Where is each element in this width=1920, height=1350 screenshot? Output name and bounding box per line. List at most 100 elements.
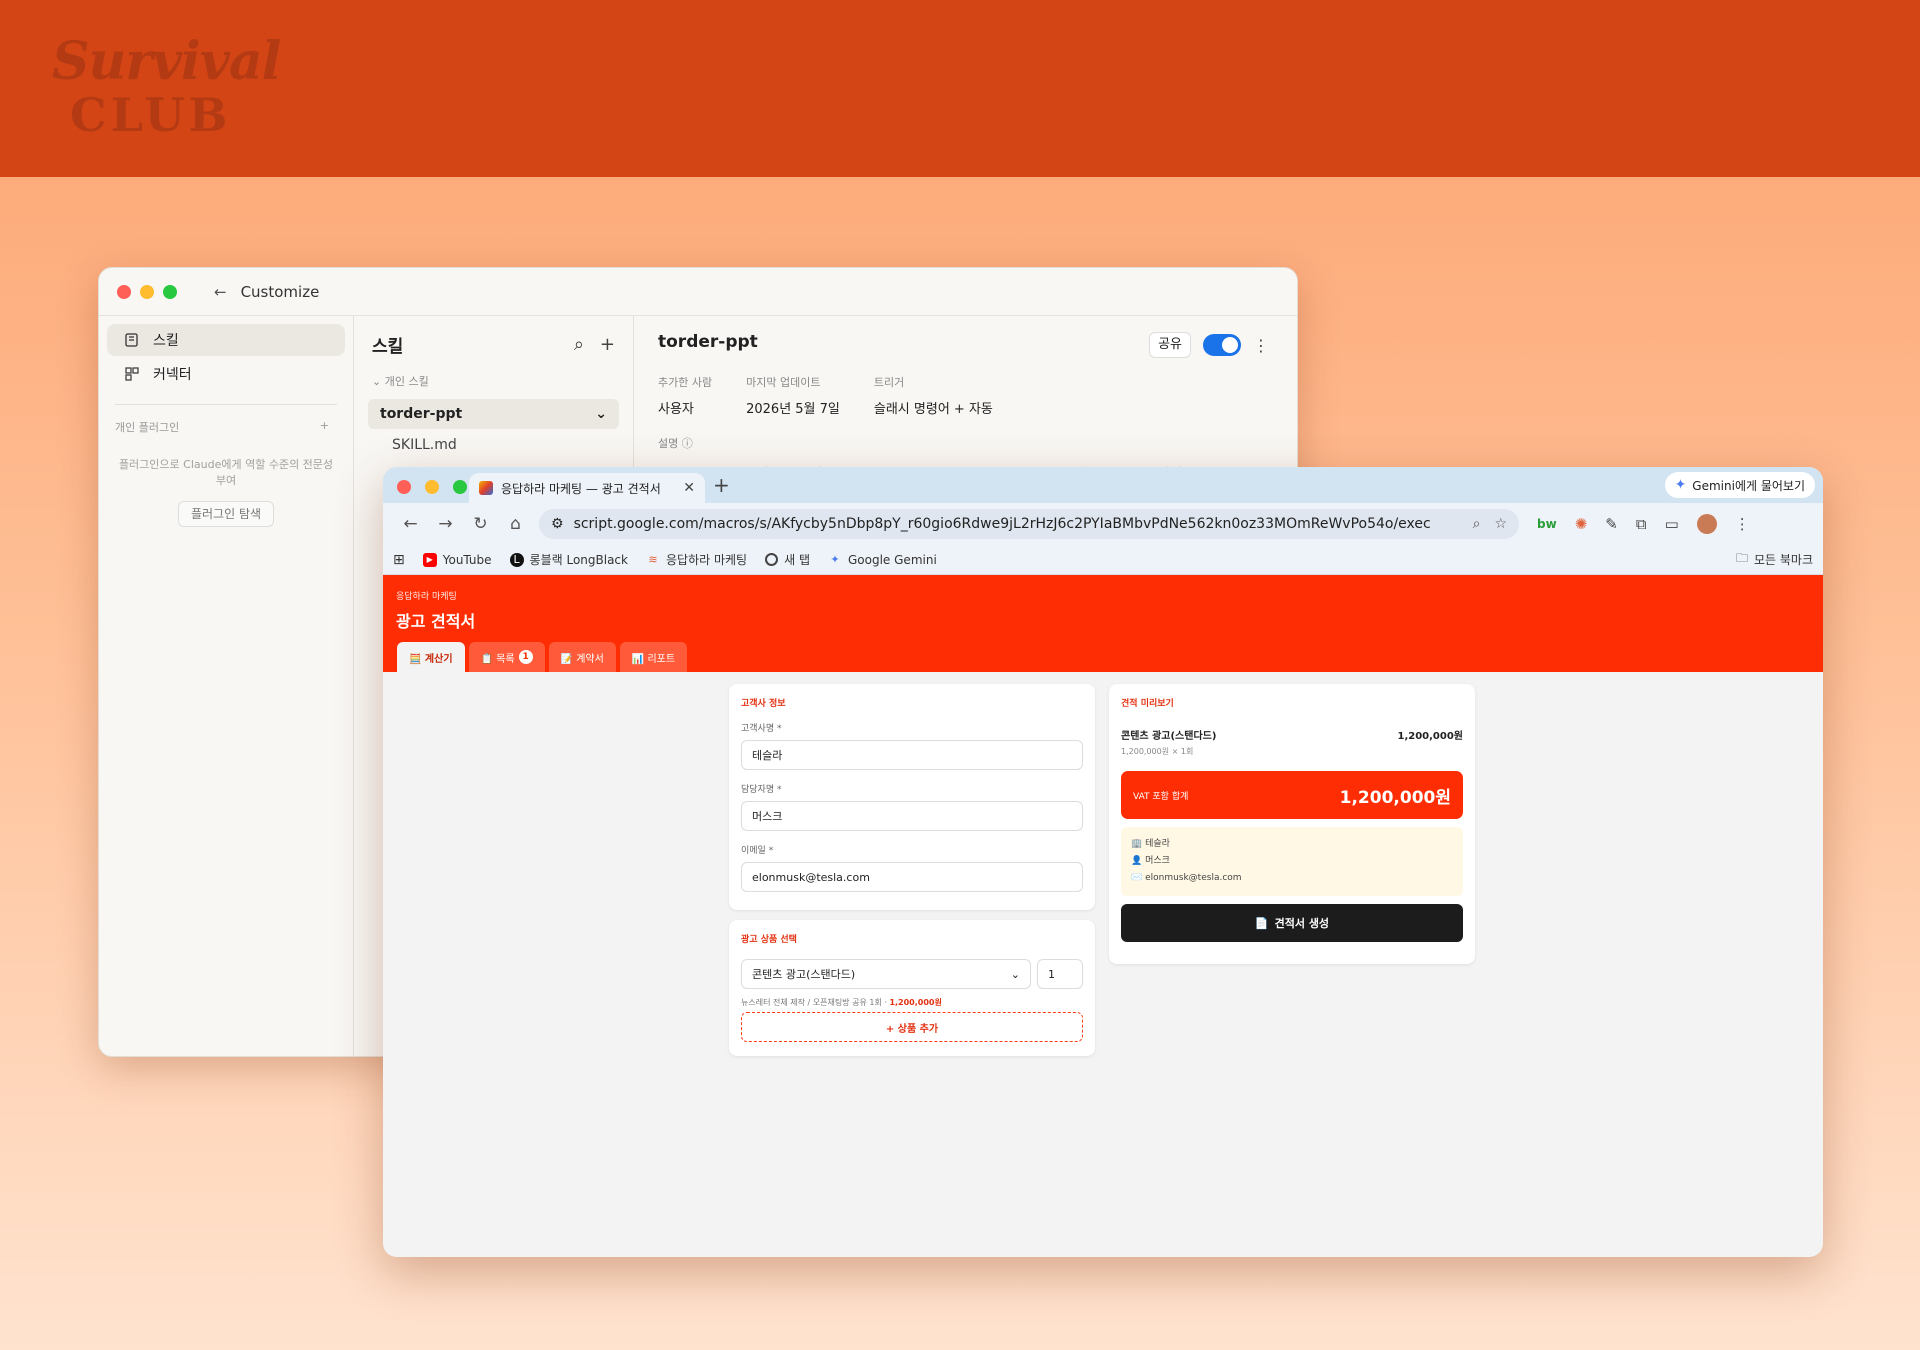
- app-body: 고객사 정보 고객사명 * 테슬라 담당자명 * 머스크 이메일 * elonm…: [383, 672, 1823, 1257]
- explore-plugins-button[interactable]: 플러그인 탐색: [178, 501, 274, 527]
- company-name-input[interactable]: 테슬라: [741, 740, 1083, 770]
- description-label: 설명 ⓘ: [658, 435, 1273, 451]
- sidebar-item-skills[interactable]: 스킬: [107, 324, 345, 356]
- new-tab-icon[interactable]: +: [713, 473, 730, 497]
- minimize-window-button[interactable]: [425, 480, 440, 494]
- product-note: 뉴스레터 전체 제작 / 오픈채팅방 공유 1회 · 1,200,000원: [741, 997, 1083, 1008]
- bookmark-marketing[interactable]: ≋ 응답하라 마케팅: [646, 551, 747, 568]
- youtube-icon: ▶: [422, 552, 437, 567]
- field-label: 이메일 *: [741, 846, 774, 856]
- preview-line-item: 콘텐츠 광고(스탠다드) 1,200,000원: [1121, 727, 1463, 742]
- tab-list[interactable]: 📋 목록 1: [468, 642, 545, 672]
- plugin-section-header: 개인 플러그인 +: [107, 419, 345, 435]
- product-price: 1,200,000원: [889, 998, 942, 1007]
- contact-name-input[interactable]: 머스크: [741, 801, 1083, 831]
- tab-title: 응답하라 마케팅 — 광고 견적서: [501, 481, 661, 496]
- all-bookmarks-label: 모든 북마크: [1753, 553, 1813, 567]
- gemini-sparkle-icon: ✦: [1674, 477, 1687, 493]
- skills-panel-title: 스킬: [372, 337, 404, 357]
- item-amount: 1,200,000원: [1397, 731, 1463, 742]
- search-icon[interactable]: ⌕: [574, 334, 584, 355]
- forward-arrow-icon[interactable]: →: [428, 514, 463, 534]
- maximize-window-button[interactable]: [453, 480, 468, 494]
- field-label: 고객사명 *: [741, 724, 782, 734]
- app-title: 광고 견적서: [396, 612, 476, 631]
- chevron-down-icon: ⌄: [1010, 967, 1020, 981]
- skill-file-item[interactable]: SKILL.md: [392, 437, 619, 453]
- bookmark-star-icon[interactable]: ☆: [1494, 516, 1507, 532]
- document-icon: 📄: [1254, 916, 1269, 930]
- total-label: VAT 포함 합계: [1133, 791, 1189, 802]
- back-arrow-icon[interactable]: ←: [214, 283, 227, 301]
- tab-calculator[interactable]: 🧮 계산기: [397, 642, 465, 672]
- close-tab-icon[interactable]: ✕: [683, 480, 695, 496]
- bookmark-label: Google Gemini: [848, 552, 937, 567]
- folder-icon: 🗀: [1735, 551, 1748, 565]
- quote-preview-card: 견적 미리보기 콘텐츠 광고(스탠다드) 1,200,000원 1,200,00…: [1109, 684, 1475, 964]
- browser-tab-active[interactable]: 응답하라 마케팅 — 광고 견적서 ✕: [469, 473, 705, 503]
- eyedropper-icon[interactable]: ✎: [1605, 515, 1618, 533]
- product-select[interactable]: 콘텐츠 광고(스탠다드) ⌄: [741, 959, 1031, 989]
- info-icon[interactable]: ⓘ: [682, 437, 693, 450]
- survival-club-logo: Survival CLUB: [52, 31, 281, 142]
- share-button[interactable]: 공유: [1149, 332, 1191, 358]
- minimize-window-button[interactable]: [140, 284, 154, 299]
- card-title: 고객사 정보: [741, 699, 786, 709]
- app-subtitle: 응답하라 마케팅: [396, 592, 457, 602]
- window-title: Customize: [240, 282, 320, 301]
- marketing-icon: ≋: [648, 553, 658, 566]
- reload-icon[interactable]: ↻: [463, 514, 498, 534]
- bookmarks-bar: ⊞ ▶ YouTube L 롱블랙 LongBlack ≋ 응답하라 마케팅 새…: [383, 545, 1823, 575]
- generate-quote-button[interactable]: 📄 견적서 생성: [1121, 904, 1463, 942]
- window-titlebar: ← Customize: [99, 268, 1297, 316]
- more-options-icon[interactable]: ⋮: [1253, 336, 1269, 355]
- skill-meta: 추가한 사람 사용자 마지막 업데이트 2026년 5월 7일 트리거 슬래시 …: [658, 374, 1273, 417]
- bookmark-new-tab[interactable]: 새 탭: [765, 551, 810, 568]
- ask-gemini-button[interactable]: ✦ Gemini에게 물어보기: [1664, 472, 1815, 498]
- skill-item-selected[interactable]: torder-ppt ⌄: [368, 399, 619, 429]
- meta-last-updated: 마지막 업데이트 2026년 5월 7일: [746, 374, 840, 417]
- tab-report[interactable]: 📊 리포트: [619, 642, 688, 672]
- tab-search-icon[interactable]: ▭: [1665, 515, 1679, 533]
- tab-label: 📊 리포트: [631, 653, 676, 665]
- customer-summary: 🏢 테슬라 👤 머스크 ✉️ elonmusk@tesla.com: [1121, 827, 1463, 896]
- site-info-icon[interactable]: ⚙: [551, 516, 564, 532]
- meta-label: 트리거: [873, 376, 905, 389]
- email-input[interactable]: elonmusk@tesla.com: [741, 862, 1083, 892]
- all-bookmarks[interactable]: 🗀 모든 북마크: [1736, 549, 1813, 570]
- extensions-puzzle-icon[interactable]: ⧉: [1636, 515, 1647, 533]
- bookmark-youtube[interactable]: ▶ YouTube: [422, 552, 492, 567]
- bookmark-longblack[interactable]: L 롱블랙 LongBlack: [509, 551, 628, 568]
- maximize-window-button[interactable]: [163, 284, 177, 299]
- apps-grid-icon[interactable]: ⊞: [393, 552, 405, 568]
- chevron-down-icon: ⌄: [595, 406, 607, 422]
- quantity-input[interactable]: 1: [1037, 959, 1083, 989]
- close-window-button[interactable]: [117, 284, 131, 299]
- skill-enabled-toggle[interactable]: [1203, 334, 1241, 356]
- item-name: 콘텐츠 광고(스탠다드): [1121, 731, 1217, 742]
- add-plugin-icon[interactable]: +: [320, 419, 329, 435]
- add-skill-icon[interactable]: +: [600, 334, 615, 355]
- customize-sidebar: 스킬 커넥터 개인 플러그인 + 플러그인으로 Claude에게 역할 수준의 …: [99, 316, 354, 1056]
- add-product-button[interactable]: + 상품 추가: [741, 1012, 1083, 1042]
- extension-bw-icon[interactable]: bw: [1537, 517, 1557, 531]
- logo-script-text: Survival: [52, 31, 281, 92]
- tab-label: 🧮 계산기: [409, 653, 453, 665]
- home-icon[interactable]: ⌂: [498, 514, 533, 534]
- address-bar[interactable]: ⚙ script.google.com/macros/s/AKfycby5nDb…: [539, 509, 1519, 539]
- sidebar-item-label: 커넥터: [153, 367, 192, 383]
- tab-contract[interactable]: 📝 계약서: [548, 642, 616, 672]
- bookmark-label: 새 탭: [784, 553, 810, 567]
- extension-claude-icon[interactable]: ✺: [1575, 515, 1588, 533]
- meta-added-by: 추가한 사람 사용자: [658, 374, 712, 417]
- plugin-description: 플러그인으로 Claude에게 역할 수준의 전문성 부여: [118, 458, 334, 487]
- browser-menu-icon[interactable]: ⋮: [1735, 515, 1750, 533]
- skill-group-header[interactable]: ⌄ 개인 스킬: [372, 373, 619, 389]
- sidebar-item-connectors[interactable]: 커넥터: [107, 358, 345, 390]
- profile-avatar[interactable]: [1696, 514, 1717, 534]
- back-arrow-icon[interactable]: ←: [393, 514, 428, 534]
- card-title: 견적 미리보기: [1121, 699, 1174, 709]
- zoom-icon[interactable]: ⌕: [1473, 516, 1481, 532]
- bookmark-gemini[interactable]: ✦ Google Gemini: [828, 552, 937, 567]
- close-window-button[interactable]: [397, 480, 411, 494]
